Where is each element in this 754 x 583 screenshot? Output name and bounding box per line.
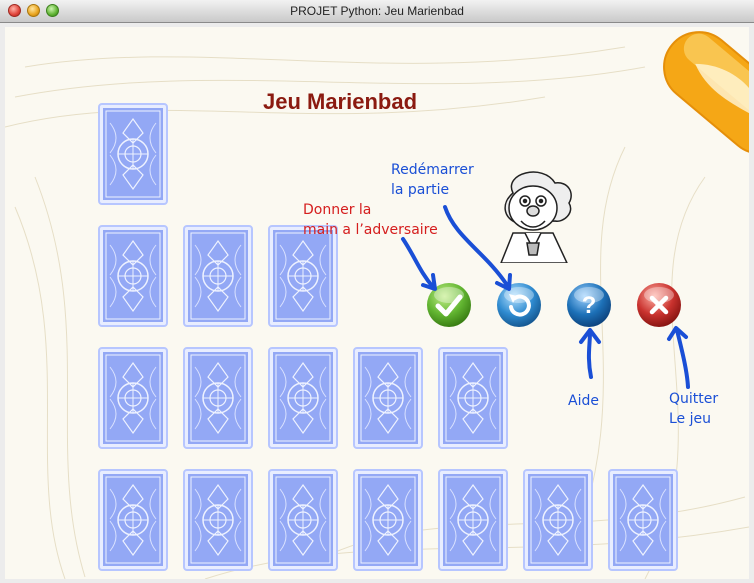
quit-annotation: Quitter Le jeu	[669, 389, 718, 429]
give-hand-annotation-line-2: main a l’adversaire	[303, 222, 438, 238]
restart-annotation-line-2: la partie	[391, 182, 450, 198]
window-title: PROJET Python: Jeu Marienbad	[290, 4, 464, 18]
title-bar[interactable]: PROJET Python: Jeu Marienbad	[0, 0, 754, 23]
app-window: PROJET Python: Jeu Marienbad Jeu Marienb…	[0, 0, 754, 583]
annotation-arrows	[401, 205, 690, 389]
quit-annotation-line-1: Quitter	[669, 391, 719, 407]
restart-annotation: Redémarrer la partie	[391, 160, 474, 200]
restart-annotation-line-1: Redémarrer	[391, 162, 474, 178]
quit-annotation-line-2: Le jeu	[669, 411, 711, 427]
give-hand-annotation: Donner la main a l’adversaire	[303, 200, 438, 240]
help-annotation: Aide	[568, 391, 599, 411]
give-hand-annotation-line-1: Donner la	[303, 202, 372, 218]
help-annotation-line-1: Aide	[568, 393, 599, 409]
game-canvas: Jeu Marienbad ? Redémarrer la partie Don…	[5, 27, 749, 579]
